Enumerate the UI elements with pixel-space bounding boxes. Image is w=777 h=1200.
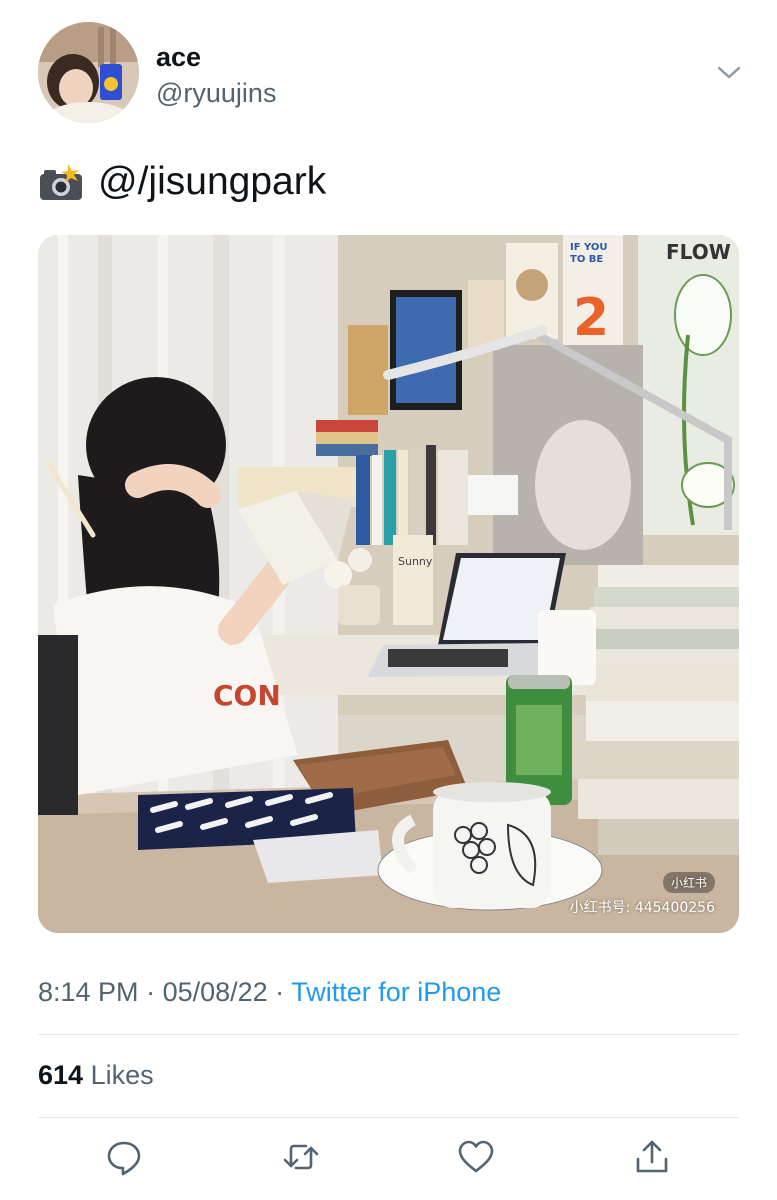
- photo-image: FLOW IF YOU TO BE 2 Sunny CON: [38, 235, 739, 933]
- shirt-text: CON: [213, 679, 281, 712]
- tweet-time[interactable]: 8:14 PM: [38, 977, 139, 1007]
- poster-number: 2: [573, 288, 609, 348]
- watermark: 小红书 小红书号: 445400256: [570, 872, 715, 917]
- poster-text-if: IF YOU: [570, 242, 608, 253]
- likes-stat[interactable]: 614 Likes: [38, 1060, 154, 1091]
- likes-count: 614: [38, 1060, 84, 1090]
- avatar-image: [38, 22, 139, 123]
- watermark-badge: 小红书: [662, 872, 715, 893]
- tweet-text: @/jisungpark: [38, 160, 326, 204]
- poster-text-tobe: TO BE: [570, 254, 603, 265]
- tweet-photo[interactable]: FLOW IF YOU TO BE 2 Sunny CON 小红书 小红书号: …: [38, 235, 739, 933]
- camera-flash-icon: [38, 162, 84, 202]
- meta-separator: ·: [138, 977, 163, 1007]
- retweet-icon[interactable]: [282, 1138, 320, 1176]
- tweet-meta: 8:14 PM · 05/08/22 · Twitter for iPhone: [38, 977, 501, 1008]
- watermark-id: 小红书号: 445400256: [569, 900, 715, 916]
- meta-separator-2: ·: [267, 977, 292, 1007]
- poster-text-flow: FLOW: [666, 240, 731, 264]
- tweet-source-link[interactable]: Twitter for iPhone: [291, 977, 501, 1007]
- handle[interactable]: @ryuujins: [156, 78, 276, 109]
- likes-label: Likes: [90, 1060, 154, 1090]
- avatar[interactable]: [38, 22, 139, 123]
- divider: [38, 1034, 739, 1035]
- book-cover-text: Sunny: [398, 555, 433, 568]
- share-icon[interactable]: [633, 1138, 671, 1176]
- divider: [38, 1117, 739, 1118]
- reply-icon[interactable]: [105, 1138, 143, 1176]
- display-name[interactable]: ace: [156, 42, 201, 73]
- like-icon[interactable]: [457, 1138, 495, 1176]
- chevron-down-icon[interactable]: [716, 62, 742, 82]
- tweet-date[interactable]: 05/08/22: [163, 977, 268, 1007]
- mention-link[interactable]: @/jisungpark: [98, 160, 326, 204]
